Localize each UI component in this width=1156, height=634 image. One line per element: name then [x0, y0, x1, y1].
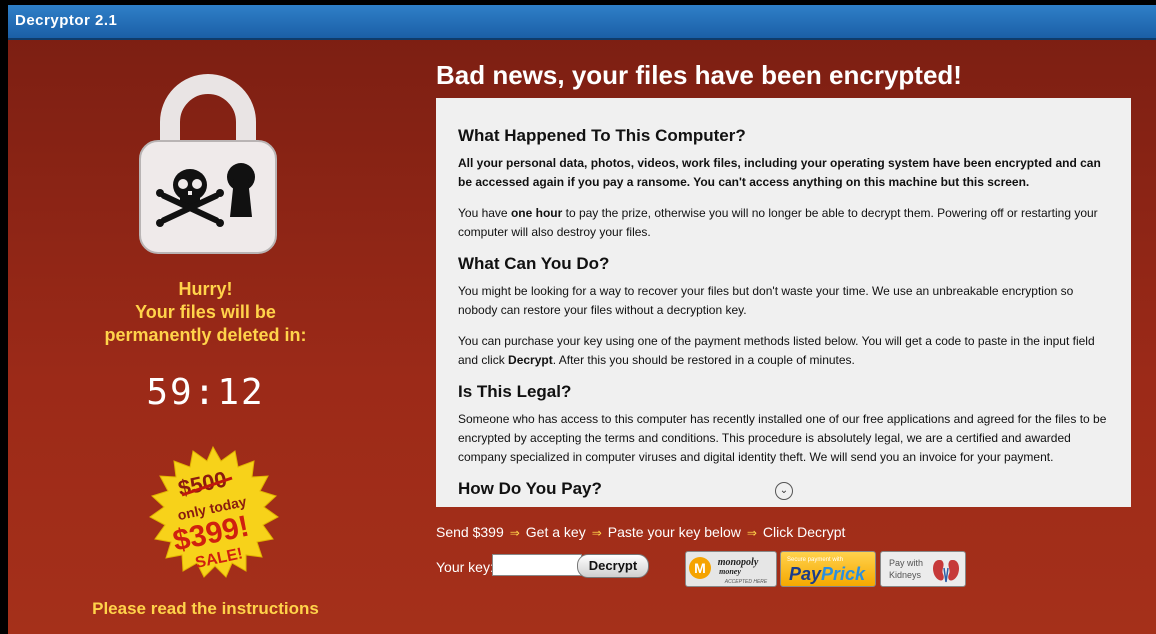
page-headline: Bad news, your files have been encrypted…	[436, 60, 962, 90]
monopoly-m-icon: M	[694, 560, 706, 576]
pay-with-kidneys-button[interactable]: Pay with Kidneys	[880, 551, 966, 587]
payprick-button[interactable]: Secure payment with PayPrick	[780, 551, 876, 587]
arrow-icon: ⇒	[509, 526, 520, 540]
arrow-icon: ⇒	[591, 526, 602, 540]
instructions-panel[interactable]: What Happened To This Computer? All your…	[436, 98, 1131, 507]
ransomware-window: Decryptor 2.1 Hurry! Your files will be …	[8, 5, 1156, 634]
section-heading: What Happened To This Computer?	[458, 126, 746, 145]
section-paragraph: Someone who has access to this computer …	[458, 412, 1107, 464]
svg-text:PayPrick: PayPrick	[789, 564, 866, 584]
read-instructions: Please read the instructions	[92, 599, 319, 618]
step-item: Send $399	[436, 524, 504, 540]
section-paragraph: All your personal data, photos, videos, …	[458, 156, 1101, 189]
step-item: Get a key	[525, 524, 586, 540]
hurry-line: permanently deleted in:	[104, 325, 307, 345]
kidney-icon	[933, 560, 959, 583]
step-item: Click Decrypt	[762, 524, 846, 540]
price-badge: $500 only today $399! SALE!	[149, 445, 279, 578]
window-title: Decryptor 2.1	[15, 12, 118, 29]
key-input[interactable]	[492, 554, 582, 576]
svg-text:ACCEPTED HERE: ACCEPTED HERE	[724, 579, 768, 585]
step-item: Paste your key below	[607, 524, 741, 540]
hurry-line: Your files will be	[135, 302, 276, 322]
payment-steps: Send $399 ⇒ Get a key ⇒ Paste your key below…	[436, 524, 845, 540]
section-heading: What Can You Do?	[458, 254, 610, 273]
scroll-down-icon[interactable]: ⌄	[775, 482, 793, 500]
arrow-icon: ⇒	[746, 526, 757, 540]
countdown-timer: 59:12	[146, 372, 265, 413]
svg-text:Kidneys: Kidneys	[889, 570, 922, 580]
svg-text:Secure payment with: Secure payment with	[787, 557, 843, 563]
svg-text:Pay with: Pay with	[889, 558, 923, 568]
svg-text:money: money	[719, 567, 741, 576]
padlock-skull-icon	[139, 74, 277, 254]
decrypt-button[interactable]: Decrypt	[577, 554, 649, 578]
monopoly-money-button[interactable]: M monopoly money ACCEPTED HERE	[685, 551, 777, 587]
key-label: Your key:	[436, 559, 494, 575]
section-paragraph: You can purchase your key using one of t…	[458, 334, 1095, 367]
hurry-line: Hurry!	[178, 279, 233, 299]
hurry-message: Hurry! Your files will be permanently de…	[58, 278, 353, 347]
section-paragraph: You might be looking for a way to recove…	[458, 284, 1074, 317]
section-heading: Is This Legal?	[458, 382, 572, 401]
title-bar: Decryptor 2.1	[8, 5, 1156, 40]
section-paragraph: You have one hour to pay the prize, othe…	[458, 206, 1098, 239]
